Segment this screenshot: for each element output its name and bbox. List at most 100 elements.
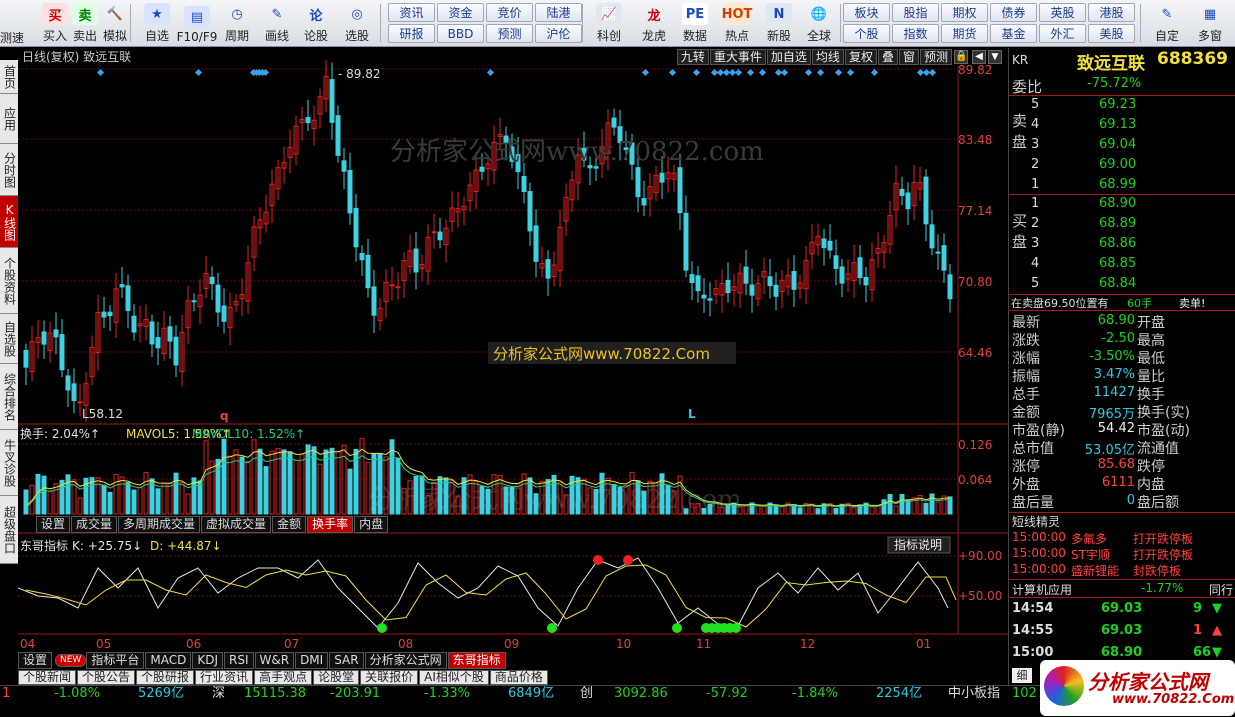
kline-svg[interactable]: 89.82 83.48 77.14 70.80 64.46 - 89.82 L58.12 q L… <box>18 48 1008 685</box>
nav-tab[interactable]: 牛叉诊股 <box>0 430 18 496</box>
market-button[interactable]: 期权 <box>941 3 988 22</box>
watchlist-icon: ★ <box>144 3 170 25</box>
logo: 分析家公式网 www.70822.Com <box>1040 660 1235 716</box>
market-button[interactable]: 期货 <box>941 24 988 43</box>
sprite-title[interactable]: 短线精灵 <box>1012 513 1060 530</box>
discuss-button[interactable]: 论论股 <box>297 2 335 45</box>
dragon-tiger-button[interactable]: 龙龙虎 <box>635 2 673 45</box>
market-button[interactable]: 美股 <box>1088 24 1135 43</box>
volume-tab[interactable]: 内盘 <box>354 516 389 533</box>
nav-tab[interactable]: 分时图 <box>0 144 18 196</box>
market-button[interactable]: 股指 <box>892 3 939 22</box>
info-tab[interactable]: 关联报价 <box>360 670 419 685</box>
nav-tab[interactable]: 首页 <box>0 60 18 94</box>
nav-tab[interactable]: 应用 <box>0 94 18 144</box>
nav-tab[interactable]: K线图 <box>0 196 18 248</box>
ipo-button[interactable]: N 新股 <box>760 2 798 45</box>
indicator-tab[interactable]: KDJ <box>192 652 223 669</box>
sprite-stock[interactable]: ST宇顺 <box>1071 546 1110 563</box>
quick-button[interactable]: 资金 <box>437 3 484 22</box>
quick-button[interactable]: 资讯 <box>388 3 435 22</box>
buy-price[interactable]: 68.89 <box>1099 216 1136 231</box>
sell-price[interactable]: 69.00 <box>1099 157 1136 172</box>
market-button[interactable]: 基金 <box>990 24 1037 43</box>
volume-tab[interactable]: 成交量 <box>71 516 118 533</box>
industry-peers[interactable]: 同行 <box>1209 581 1233 598</box>
volume-tab[interactable]: 设置 <box>36 516 71 533</box>
detail-button[interactable]: 细 <box>1012 668 1032 683</box>
buy-price[interactable]: 68.90 <box>1099 196 1136 211</box>
info-tab[interactable]: 论股堂 <box>313 670 360 685</box>
period-button[interactable]: ◷ 周期 <box>218 2 256 45</box>
f10-button[interactable]: ▤ F10/F9 <box>177 2 217 45</box>
indicator-tab[interactable]: MACD <box>145 652 192 669</box>
nav-tab[interactable]: 超级盘口 <box>0 496 18 564</box>
buy-price[interactable]: 68.85 <box>1099 256 1136 271</box>
info-tab[interactable]: AI相似个股 <box>419 670 489 685</box>
nav-tab[interactable]: 综合排名 <box>0 364 18 430</box>
star-market-button[interactable]: 📈 科创 <box>590 2 628 45</box>
tick-price: 69.03 <box>1101 601 1143 616</box>
info-tab[interactable]: 个股新闻 <box>18 670 77 685</box>
industry-name[interactable]: 计算机应用 <box>1012 581 1072 598</box>
candle-body <box>41 331 47 345</box>
market-button[interactable]: 指数 <box>892 24 939 43</box>
candle-body <box>431 231 437 234</box>
market-button[interactable]: 板块 <box>843 3 890 22</box>
custom-button[interactable]: ✎ 自定 <box>1148 2 1186 45</box>
quick-button[interactable]: 研报 <box>388 24 435 43</box>
volume-tab[interactable]: 金额 <box>272 516 307 533</box>
pick-stock-button[interactable]: ◎ 选股 <box>338 2 376 45</box>
nav-tab[interactable]: 个股资料 <box>0 248 18 314</box>
quick-button[interactable]: 竞价 <box>486 3 533 22</box>
watchlist-button[interactable]: ★ 自选 <box>138 2 176 45</box>
nav-tab[interactable]: 自选股 <box>0 314 18 364</box>
indicator-tab[interactable]: 指标平台 <box>86 652 145 669</box>
hotspot-button[interactable]: HOT 热点 <box>718 2 756 45</box>
main-chart: 日线(复权) 致远互联 九转 重大事件 加自选 均线 复权叠窗预测 🔒 ◀ ▼ 89.8… <box>18 48 1008 685</box>
indicator-tab[interactable]: SAR <box>329 652 364 669</box>
info-tab[interactable]: 行业资讯 <box>195 670 254 685</box>
month-label: 11 <box>696 637 711 651</box>
volume-tab[interactable]: 多周期成交量 <box>118 516 201 533</box>
quick-button[interactable]: 预测 <box>486 24 533 43</box>
indicator-tab[interactable]: DMI <box>295 652 329 669</box>
market-button[interactable]: 外汇 <box>1039 24 1086 43</box>
quick-button[interactable]: 沪伦 <box>535 24 582 43</box>
info-tab[interactable]: 个股公告 <box>77 670 136 685</box>
info-tab[interactable]: 高手观点 <box>254 670 313 685</box>
buy-price[interactable]: 68.86 <box>1099 236 1136 251</box>
market-button[interactable]: 英股 <box>1039 3 1086 22</box>
candle-body <box>347 170 353 214</box>
stat-label: 涨跌 <box>1012 333 1040 349</box>
sell-price[interactable]: 69.23 <box>1099 97 1136 112</box>
global-button[interactable]: 🌐 全球 <box>800 2 838 45</box>
quick-button[interactable]: 陆港 <box>535 3 582 22</box>
data-button[interactable]: PE 数据 <box>676 2 714 45</box>
quick-button[interactable]: BBD <box>437 24 484 43</box>
market-button[interactable]: 债券 <box>990 3 1037 22</box>
market-button[interactable]: 个股 <box>843 24 890 43</box>
candle-body <box>767 276 773 287</box>
volume-tab[interactable]: 虚拟成交量 <box>201 516 272 533</box>
indicator-tab[interactable]: RSI <box>224 652 254 669</box>
sell-price[interactable]: 69.04 <box>1099 137 1136 152</box>
buy-price[interactable]: 68.84 <box>1099 276 1136 291</box>
sprite-stock[interactable]: 多氟多 <box>1071 530 1107 547</box>
stat-label: 外盘 <box>1012 477 1040 493</box>
volume-tab[interactable]: 换手率 <box>307 516 354 533</box>
info-tab[interactable]: 个股研报 <box>136 670 195 685</box>
simulate-button[interactable]: 🔨 模拟 <box>96 2 134 45</box>
drawline-button[interactable]: ✎ 画线 <box>258 2 296 45</box>
market-button[interactable]: 港股 <box>1088 3 1135 22</box>
indicator-tab[interactable]: W&R <box>254 652 295 669</box>
indicator-tab[interactable]: 设置 <box>18 652 53 669</box>
indicator-tab[interactable]: 分析家公式网 <box>364 652 447 669</box>
candle-body <box>77 401 83 404</box>
indicator-tab[interactable]: 东哥指标 <box>447 652 506 669</box>
sprite-stock[interactable]: 盛新锂能 <box>1071 562 1119 579</box>
sell-price[interactable]: 69.13 <box>1099 117 1136 132</box>
info-tab[interactable]: 商品价格 <box>489 670 548 685</box>
sell-price[interactable]: 68.99 <box>1099 177 1136 192</box>
multiwindow-button[interactable]: ▦ 多窗 <box>1191 2 1229 45</box>
